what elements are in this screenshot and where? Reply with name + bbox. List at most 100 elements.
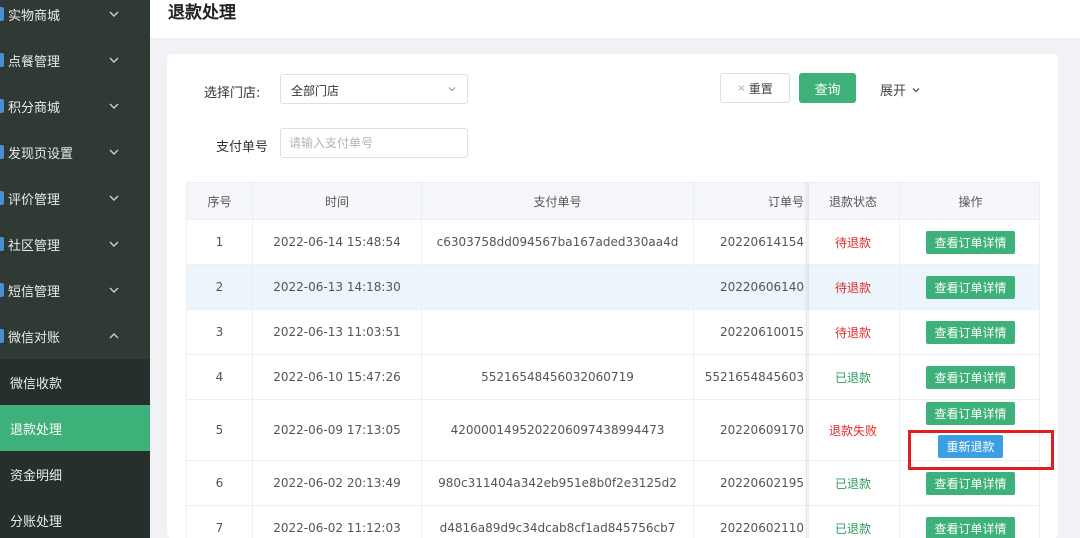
sidebar-item-sms[interactable]: 短信管理	[0, 267, 150, 313]
column-header: 支付单号	[422, 183, 694, 219]
sidebar-subitem-split[interactable]: 分账处理	[0, 497, 150, 538]
expand-label: 展开	[880, 84, 907, 99]
search-button[interactable]: 查询	[799, 73, 856, 103]
sidebar-item-physical-mall[interactable]: 实物商城	[0, 0, 150, 37]
sidebar-subitem-label: 分账处理	[10, 514, 63, 530]
row-time: 2022-06-13 14:18:30	[253, 265, 422, 309]
view-order-detail-button[interactable]: 查看订单详情	[926, 402, 1015, 425]
sidebar-item-community[interactable]: 社区管理	[0, 221, 150, 267]
row-status: 待退款	[807, 265, 900, 309]
view-order-detail-button[interactable]: 查看订单详情	[926, 230, 1015, 254]
table-row: 2 2022-06-13 14:18:30 20220606140 待退款 查看订单详情	[187, 265, 1039, 310]
sidebar-subitem-label: 微信收款	[10, 376, 63, 392]
chevron-down-icon	[108, 192, 120, 204]
payno-input[interactable]	[280, 128, 468, 158]
row-order-no: 20220602110	[694, 506, 807, 538]
view-order-detail-button[interactable]: 查看订单详情	[926, 365, 1015, 389]
menu-marker-icon	[0, 145, 4, 159]
row-status: 待退款	[807, 220, 900, 264]
row-pay-no: d4816a89d9c34dcab8cf1ad845756cb7	[422, 506, 694, 538]
table-row: 7 2022-06-02 11:12:03 d4816a89d9c34dcab8cf…	[187, 506, 1039, 538]
row-index: 6	[187, 461, 253, 505]
row-pay-no	[422, 265, 694, 309]
sidebar-item-discover-settings[interactable]: 发现页设置	[0, 129, 150, 175]
row-time: 2022-06-02 20:13:49	[253, 461, 422, 505]
sidebar-item-ordering[interactable]: 点餐管理	[0, 37, 150, 83]
sidebar-item-label: 评价管理	[8, 192, 61, 208]
sidebar: 实物商城 点餐管理 积分商城 发现页设置 评价管理 社区管理 短信管理 微信对账…	[0, 0, 150, 538]
sidebar-subitem-wechat-receipts[interactable]: 微信收款	[0, 359, 150, 405]
chevron-down-icon	[108, 284, 120, 296]
menu-marker-icon	[0, 283, 4, 297]
row-actions: 查看订单详情	[900, 310, 1039, 354]
chevron-down-icon	[108, 54, 120, 66]
view-order-detail-button[interactable]: 查看订单详情	[926, 275, 1015, 299]
sidebar-item-label: 实物商城	[8, 8, 61, 24]
sidebar-subitem-fund-details[interactable]: 资金明细	[0, 451, 150, 497]
row-index: 3	[187, 310, 253, 354]
close-icon: ×	[737, 82, 746, 94]
chevron-down-icon	[108, 100, 120, 112]
column-header: 时间	[253, 183, 422, 219]
row-index: 4	[187, 355, 253, 399]
menu-marker-icon	[0, 99, 4, 113]
highlight-box	[908, 430, 1054, 470]
chevron-down-icon	[108, 238, 120, 250]
view-order-detail-button[interactable]: 查看订单详情	[926, 516, 1015, 538]
row-time: 2022-06-09 17:13:05	[253, 400, 422, 460]
row-order-no: 5521654845603	[694, 355, 807, 399]
chevron-down-icon	[108, 8, 120, 20]
store-label: 选择门店:	[204, 86, 261, 101]
row-pay-no: 980c311404a342eb951e8b0f2e3125d2	[422, 461, 694, 505]
chevron-down-icon	[108, 146, 120, 158]
row-actions: 查看订单详情	[900, 220, 1039, 264]
row-order-no: 20220606140	[694, 265, 807, 309]
row-pay-no	[422, 310, 694, 354]
sidebar-item-reviews[interactable]: 评价管理	[0, 175, 150, 221]
sidebar-item-wechat-reconcile[interactable]: 微信对账	[0, 313, 150, 359]
row-pay-no: 55216548456032060719	[422, 355, 694, 399]
chevron-up-icon	[108, 330, 120, 342]
row-time: 2022-06-14 15:48:54	[253, 220, 422, 264]
sidebar-subitem-refund[interactable]: 退款处理	[0, 405, 150, 451]
column-header: 订单号	[694, 183, 807, 219]
sidebar-item-points-mall[interactable]: 积分商城	[0, 83, 150, 129]
row-status: 已退款	[807, 461, 900, 505]
sidebar-item-label: 短信管理	[8, 284, 61, 300]
table-row: 3 2022-06-13 11:03:51 20220610015 待退款 查看订单详情	[187, 310, 1039, 355]
row-order-no: 20220602195	[694, 461, 807, 505]
row-time: 2022-06-02 11:12:03	[253, 506, 422, 538]
expand-toggle[interactable]: 展开	[880, 80, 921, 99]
view-order-detail-button[interactable]: 查看订单详情	[926, 471, 1015, 495]
sidebar-item-label: 微信对账	[8, 330, 61, 346]
view-order-detail-button[interactable]: 查看订单详情	[926, 320, 1015, 344]
menu-marker-icon	[0, 329, 4, 343]
row-pay-no: 420000149520220609743899447​3	[422, 400, 694, 460]
row-order-no: 20220614154	[694, 220, 807, 264]
row-order-no: 20220609170	[694, 400, 807, 460]
row-status: 已退款	[807, 506, 900, 538]
row-index: 1	[187, 220, 253, 264]
reset-button[interactable]: × 重置	[720, 73, 790, 103]
row-index: 7	[187, 506, 253, 538]
store-select[interactable]: 全部门店	[280, 74, 468, 104]
sidebar-subitem-label: 退款处理	[10, 422, 63, 438]
chevron-down-icon	[912, 87, 920, 92]
sidebar-item-label: 点餐管理	[8, 54, 61, 70]
page-title: 退款处理	[168, 3, 236, 23]
row-index: 2	[187, 265, 253, 309]
column-header: 退款状态	[807, 183, 900, 219]
row-status: 退款失败	[807, 400, 900, 460]
reset-button-label: 重置	[748, 81, 773, 96]
store-select-value: 全部门店	[291, 84, 340, 98]
page-header: 退款处理	[150, 0, 1080, 38]
payno-label: 支付单号	[216, 140, 269, 155]
sidebar-item-label: 积分商城	[8, 100, 61, 116]
row-index: 5	[187, 400, 253, 460]
row-actions: 查看订单详情	[900, 265, 1039, 309]
table-row: 1 2022-06-14 15:48:54 c6303758dd094567ba16…	[187, 220, 1039, 265]
row-pay-no: c6303758dd094567ba167aded330aa4d	[422, 220, 694, 264]
row-status: 已退款	[807, 355, 900, 399]
row-time: 2022-06-10 15:47:26	[253, 355, 422, 399]
menu-marker-icon	[0, 237, 4, 251]
